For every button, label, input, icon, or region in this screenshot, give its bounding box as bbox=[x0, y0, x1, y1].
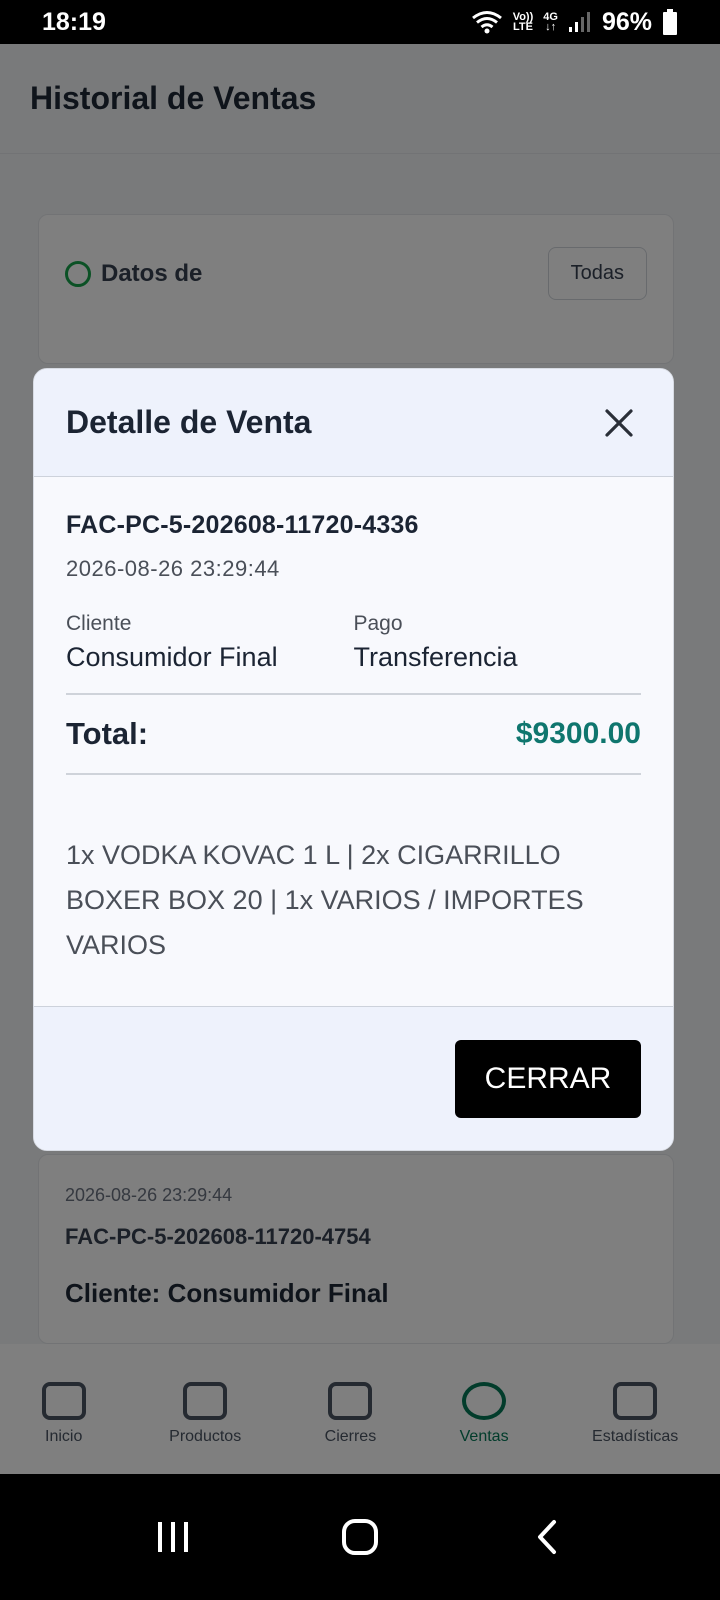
invoice-number: FAC-PC-5-202608-11720-4336 bbox=[66, 511, 419, 539]
modal-footer: CERRAR bbox=[34, 1007, 673, 1150]
modal-header: Detalle de Venta bbox=[34, 369, 673, 477]
signal-icon bbox=[568, 12, 590, 32]
status-icons: Vo)) LTE 4G ↓↑ 96% bbox=[471, 8, 678, 37]
client-info: Cliente Consumidor Final bbox=[66, 612, 354, 673]
network-indicator: 4G ↓↑ bbox=[543, 11, 558, 33]
divider bbox=[66, 773, 641, 775]
volte-indicator: Vo)) LTE bbox=[512, 11, 534, 33]
total-value: $9300.00 bbox=[515, 717, 641, 750]
info-row: Cliente Consumidor Final Pago Transferen… bbox=[66, 612, 641, 673]
recent-apps-icon bbox=[158, 1522, 189, 1552]
payment-label: Pago bbox=[353, 612, 403, 635]
payment-value: Transferencia bbox=[353, 642, 518, 672]
modal-body: FAC-PC-5-202608-11720-4336 2026-08-26 23… bbox=[34, 477, 673, 1007]
sale-date: 2026-08-26 23:29:44 bbox=[66, 556, 280, 581]
sale-detail-modal: Detalle de Venta FAC-PC-5-202608-11720-4… bbox=[33, 368, 674, 1151]
battery-percent: 96% bbox=[601, 7, 652, 36]
wifi-icon bbox=[471, 11, 502, 34]
total-row: Total: $9300.00 bbox=[66, 695, 641, 773]
client-label: Cliente bbox=[66, 612, 132, 635]
total-label: Total: bbox=[66, 716, 149, 751]
close-button[interactable]: CERRAR bbox=[455, 1040, 641, 1118]
home-button[interactable] bbox=[320, 1497, 400, 1577]
battery-icon bbox=[663, 9, 677, 35]
modal-title: Detalle de Venta bbox=[66, 404, 312, 440]
payment-info: Pago Transferencia bbox=[354, 612, 642, 673]
system-nav-bar bbox=[0, 1474, 720, 1600]
items-description: 1x VODKA KOVAC 1 L | 2x CIGARRILLO BOXER… bbox=[66, 840, 584, 960]
home-icon bbox=[341, 1519, 378, 1555]
status-time: 18:19 bbox=[42, 7, 106, 36]
status-bar: 18:19 Vo)) LTE 4G ↓↑ 96% bbox=[0, 0, 720, 44]
close-icon bbox=[605, 408, 633, 437]
back-icon bbox=[537, 1520, 556, 1554]
back-button[interactable] bbox=[507, 1497, 587, 1577]
recent-apps-button[interactable] bbox=[133, 1497, 213, 1577]
client-value: Consumidor Final bbox=[66, 642, 278, 672]
close-icon-button[interactable] bbox=[599, 403, 639, 443]
